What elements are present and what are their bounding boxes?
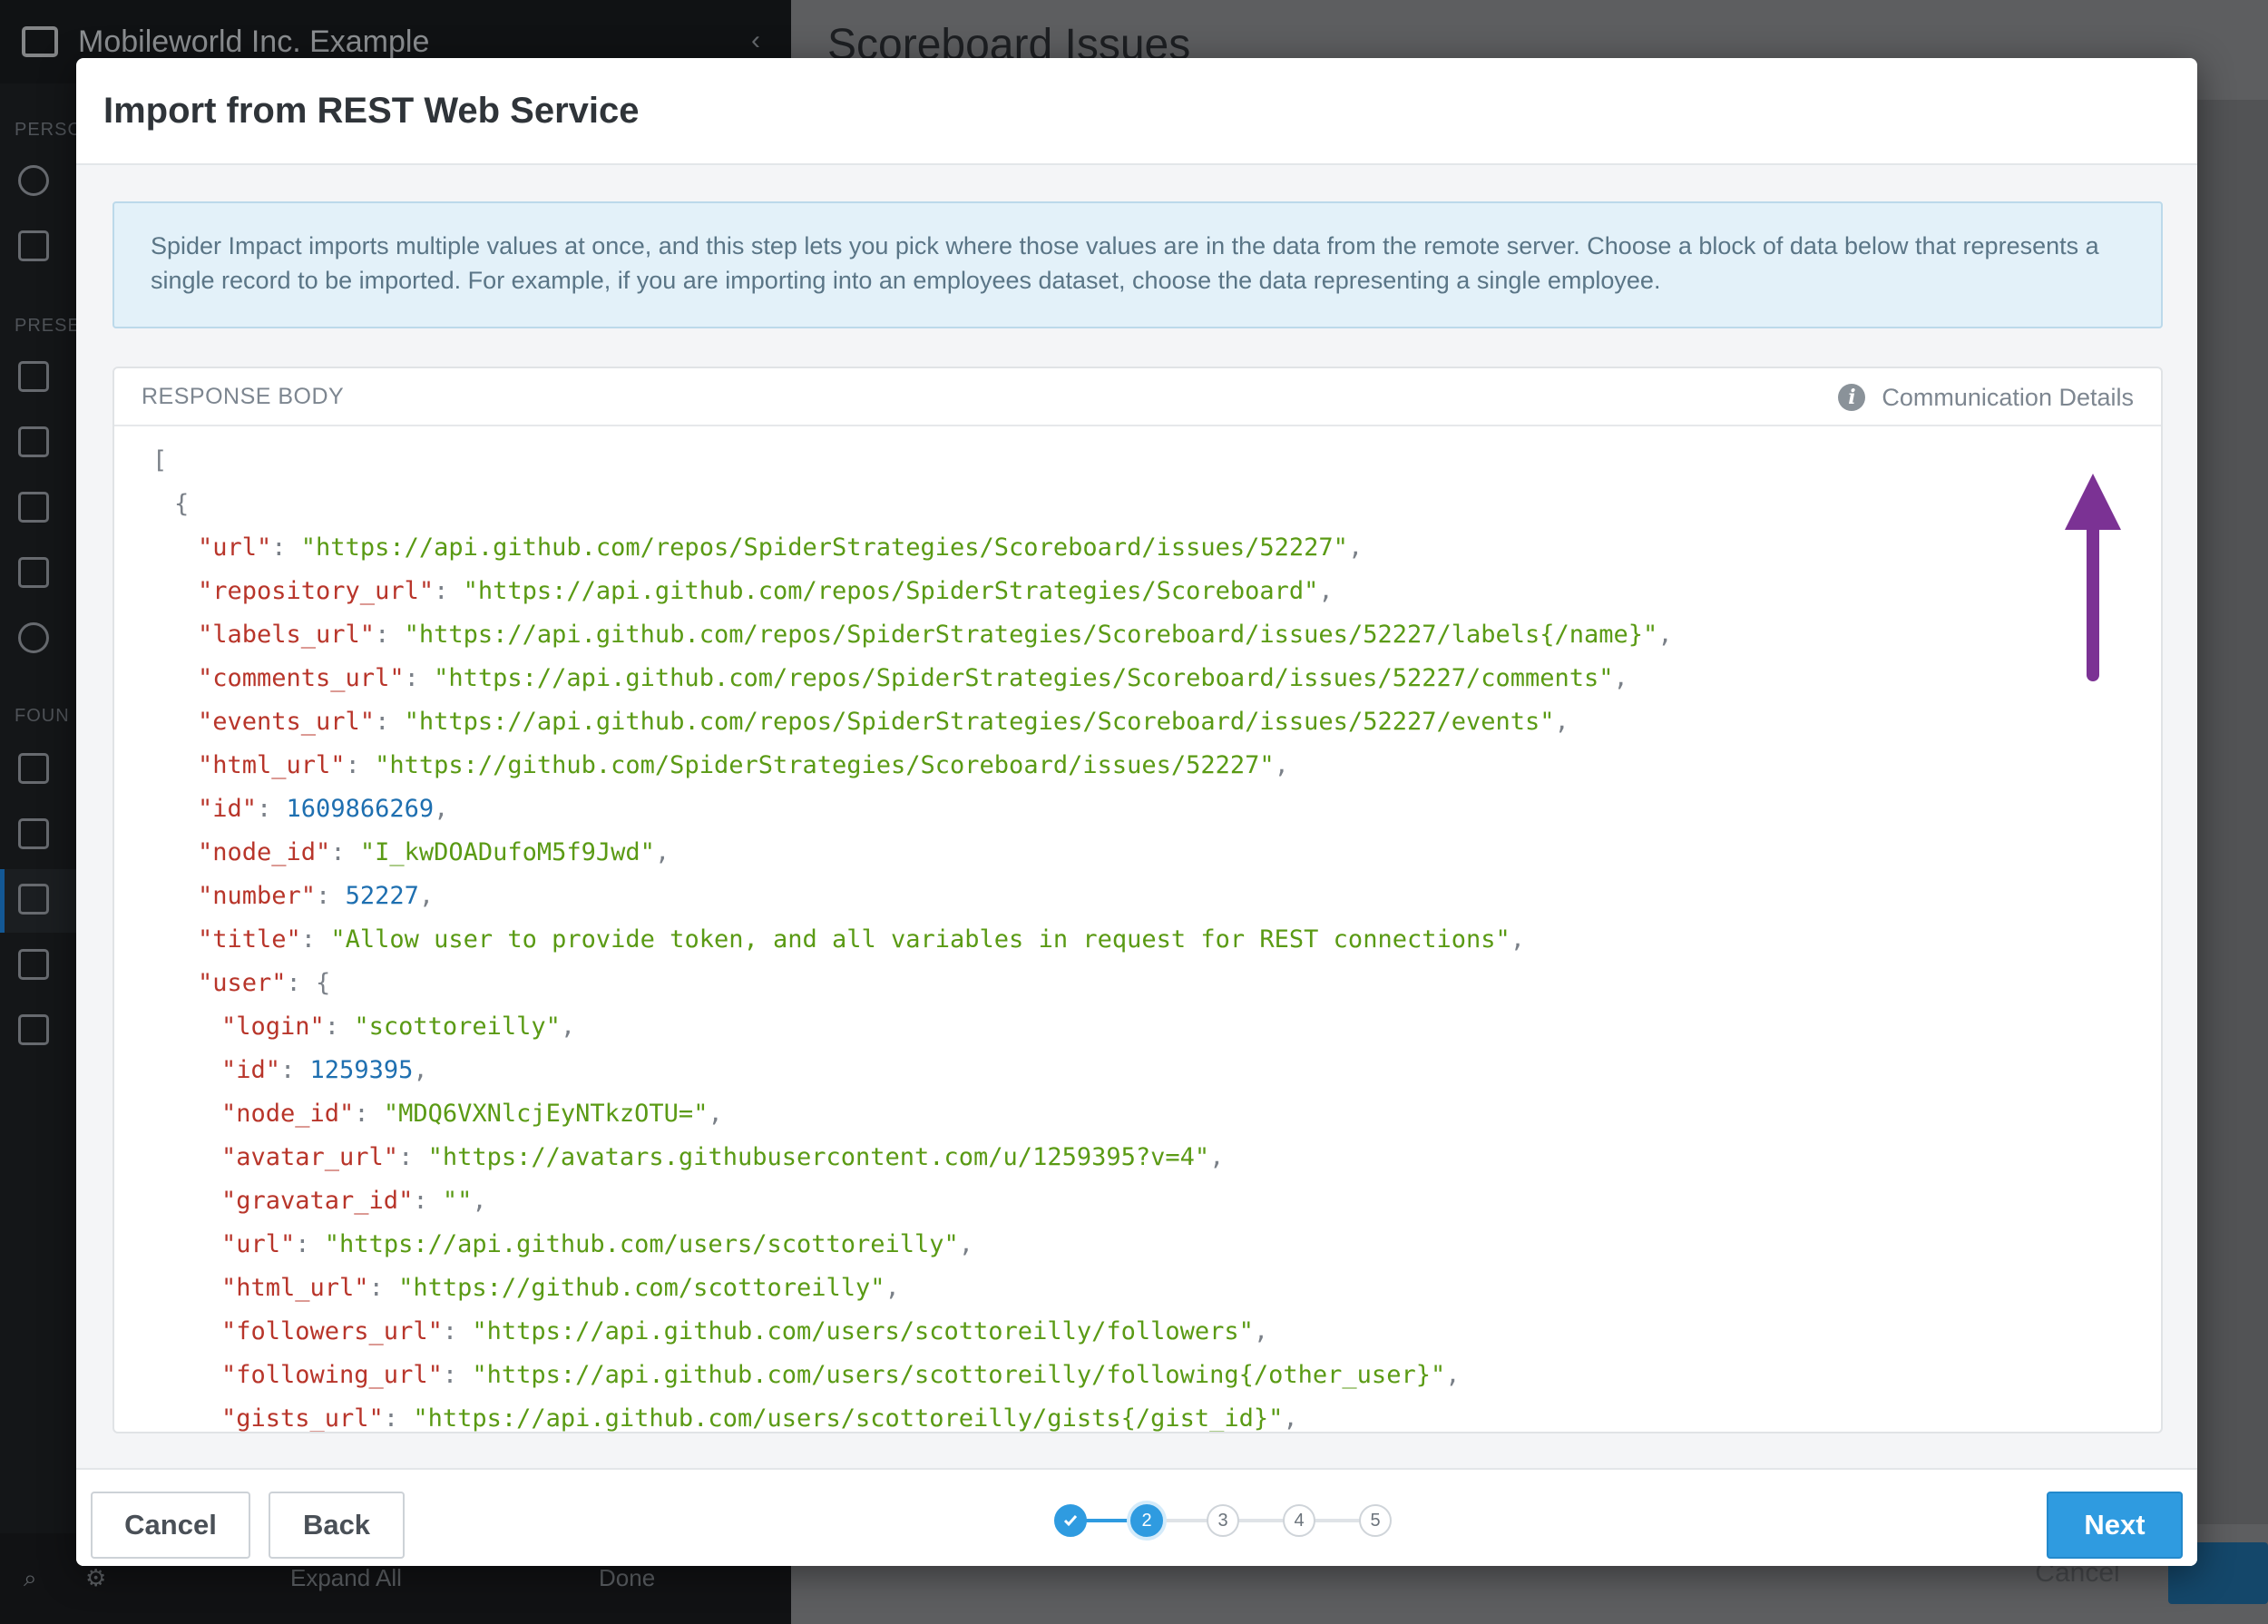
json-line: "number": 52227, xyxy=(198,882,435,910)
back-button[interactable]: Back xyxy=(269,1492,405,1559)
json-line: "events_url": "https://api.github.com/re… xyxy=(198,708,1569,736)
json-line: "id": 1609866269, xyxy=(198,795,449,823)
info-message: Spider Impact imports multiple values at… xyxy=(112,201,2163,328)
json-line: "login": "scottoreilly", xyxy=(221,1013,576,1041)
json-line: "html_url": "https://github.com/SpiderSt… xyxy=(198,751,1289,779)
cancel-button[interactable]: Cancel xyxy=(91,1492,250,1559)
step-4: 4 xyxy=(1283,1504,1315,1537)
json-user-block[interactable]: "user": { xyxy=(114,962,2161,1005)
annotation-arrow-icon xyxy=(2065,474,2121,681)
json-line: "html_url": "https://github.com/scottore… xyxy=(221,1274,900,1302)
json-line: "title": "Allow user to provide token, a… xyxy=(198,925,1526,954)
import-rest-modal: Import from REST Web Service Spider Impa… xyxy=(76,58,2197,1566)
step-1-complete[interactable] xyxy=(1054,1504,1087,1537)
step-connector xyxy=(1147,1519,1375,1522)
json-line: "following_url": "https://api.github.com… xyxy=(221,1361,1461,1389)
json-line: "avatar_url": "https://avatars.githubuse… xyxy=(221,1143,1225,1171)
json-response-viewer[interactable]: [ { "url": "https://api.github.com/repos… xyxy=(114,426,2161,1433)
json-line: "repository_url": "https://api.github.co… xyxy=(198,577,1334,605)
json-line: "url": "https://api.github.com/repos/Spi… xyxy=(198,533,1364,562)
json-line: "gravatar_id": "", xyxy=(221,1187,487,1215)
communication-details-link[interactable]: i Communication Details xyxy=(1838,368,2134,426)
info-icon: i xyxy=(1838,384,1866,411)
next-button[interactable]: Next xyxy=(2047,1492,2183,1559)
json-line: "url": "https://api.github.com/users/sco… xyxy=(221,1230,974,1258)
step-3: 3 xyxy=(1207,1504,1239,1537)
json-record-block[interactable]: { xyxy=(114,483,2161,526)
json-line: [ xyxy=(152,446,168,474)
step-5: 5 xyxy=(1359,1504,1392,1537)
json-line: "node_id": "I_kwDOADufoM5f9Jwd", xyxy=(198,838,670,866)
json-line: "node_id": "MDQ6VXNlcjEyNTkzOTU=", xyxy=(221,1100,723,1128)
json-line: "gists_url": "https://api.github.com/use… xyxy=(221,1404,1298,1433)
communication-details-label: Communication Details xyxy=(1882,383,2134,411)
wizard-stepper: 2 3 4 5 xyxy=(1054,1502,1408,1539)
modal-header: Import from REST Web Service xyxy=(76,58,2197,165)
json-line: "labels_url": "https://api.github.com/re… xyxy=(198,621,1673,649)
response-body-header: RESPONSE BODY i Communication Details xyxy=(114,368,2161,426)
modal-body: Spider Impact imports multiple values at… xyxy=(76,165,2197,1468)
checkmark-icon xyxy=(1063,1515,1078,1527)
json-line: "comments_url": "https://api.github.com/… xyxy=(198,664,1628,692)
json-line: "followers_url": "https://api.github.com… xyxy=(221,1317,1269,1345)
response-body-label: RESPONSE BODY xyxy=(142,383,345,409)
modal-title: Import from REST Web Service xyxy=(103,90,640,131)
response-body-panel: RESPONSE BODY i Communication Details [ … xyxy=(112,367,2163,1433)
step-2-current: 2 xyxy=(1130,1504,1163,1537)
modal-footer: Cancel Back 2 3 4 5 Next xyxy=(76,1468,2197,1566)
json-line: "id": 1259395, xyxy=(221,1056,428,1084)
